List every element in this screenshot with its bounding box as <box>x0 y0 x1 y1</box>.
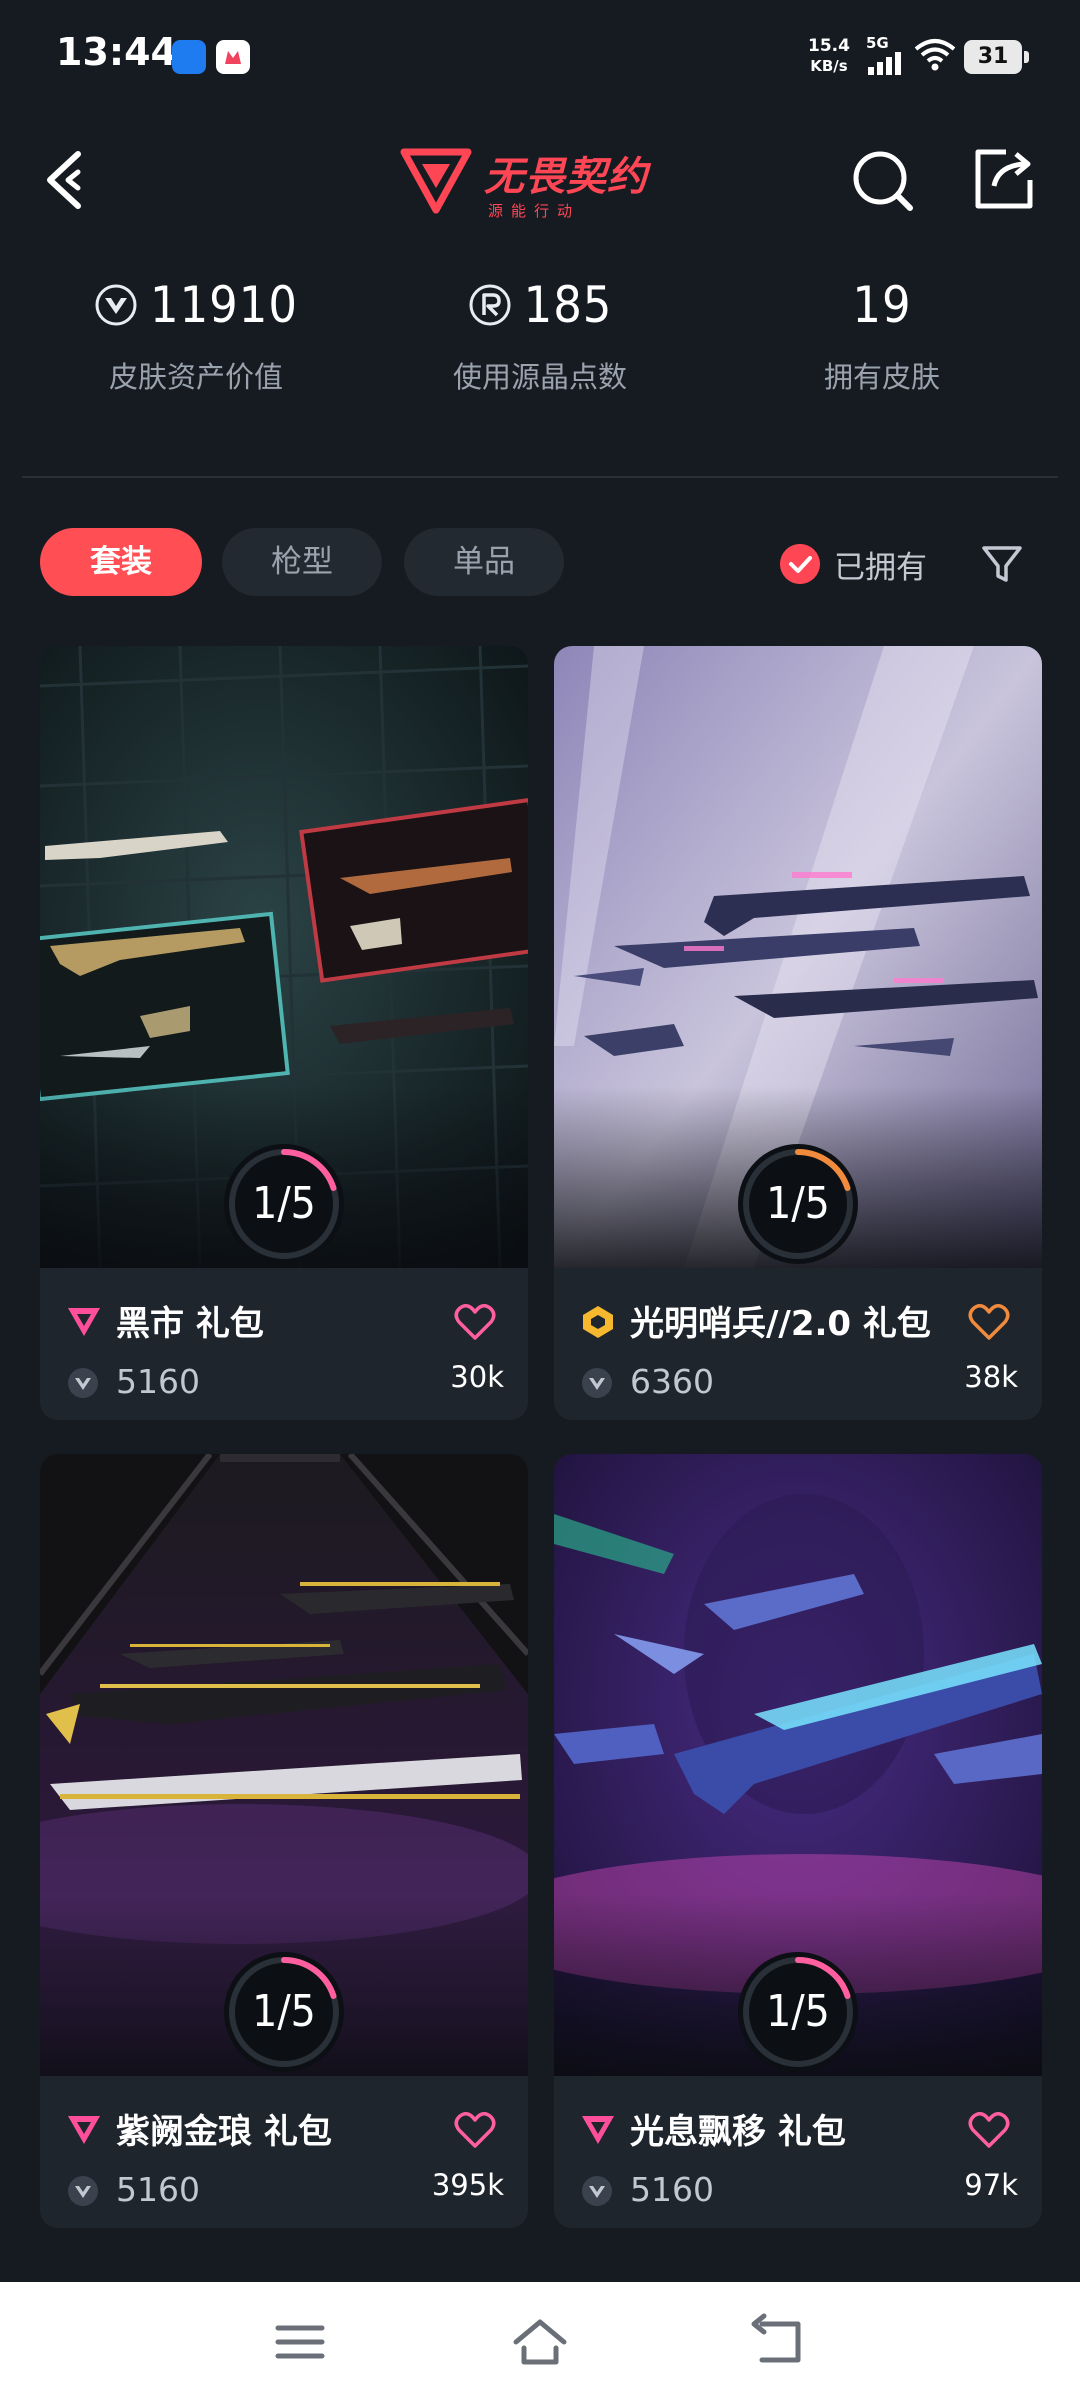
bundle-title: 黑市 礼包 <box>116 1304 264 1344</box>
logo-subtitle: 源能行动 <box>488 202 581 220</box>
heart-icon[interactable] <box>454 1302 496 1342</box>
stat-label: 皮肤资产价值 <box>108 360 283 394</box>
stat-value: 11910 <box>149 276 299 334</box>
back-nav-button[interactable] <box>750 2312 810 2372</box>
bundle-price: 5160 <box>630 2170 714 2209</box>
bundle-card[interactable]: 1/5 光明哨兵//2.0 礼包 6360 38k <box>554 646 1042 1420</box>
owned-toggle[interactable]: 已拥有 <box>780 542 927 586</box>
like-count: 38k <box>964 1360 1018 1394</box>
bundle-price: 5160 <box>116 1362 200 1401</box>
system-nav-bar <box>0 2282 1080 2400</box>
tier-exclusive-icon <box>583 1306 613 1338</box>
divider <box>22 476 1058 478</box>
bundle-card[interactable]: 1/5 黑市 礼包 5160 30k <box>40 646 528 1420</box>
bundle-title: 光明哨兵//2.0 礼包 <box>630 1304 931 1344</box>
header: 无畏契约 源能行动 <box>0 120 1080 240</box>
heart-icon[interactable] <box>968 1302 1010 1342</box>
like-count: 97k <box>964 2168 1018 2202</box>
collection-progress: 1/5 <box>736 1142 860 1266</box>
back-icon <box>751 2313 801 2363</box>
chevron-left-icon <box>47 151 81 209</box>
owned-label: 已拥有 <box>834 549 927 586</box>
stat-skin-value: 11910 皮肤资产价值 <box>26 270 366 396</box>
tier-premium-icon <box>582 2116 614 2144</box>
funnel-icon <box>982 546 1022 582</box>
tier-premium-icon <box>68 1308 100 1336</box>
share-button[interactable] <box>966 142 1042 218</box>
bundle-title: 紫阙金琅 礼包 <box>116 2112 332 2152</box>
radianite-icon <box>469 284 511 326</box>
progress-text: 1/5 <box>766 1986 830 2037</box>
progress-text: 1/5 <box>252 1178 316 1229</box>
collection-progress: 1/5 <box>222 1142 346 1266</box>
stat-radianite-used: 185 使用源晶点数 <box>370 270 710 396</box>
bundle-card[interactable]: 1/5 光息飘移 礼包 5160 97k <box>554 1454 1042 2228</box>
search-button[interactable] <box>846 142 922 218</box>
tab-single-item[interactable]: 单品 <box>404 528 564 596</box>
progress-text: 1/5 <box>766 1178 830 1229</box>
tab-weapon-type[interactable]: 枪型 <box>222 528 382 596</box>
stat-owned-skins: 19 拥有皮肤 <box>712 270 1052 396</box>
search-icon <box>853 151 913 211</box>
filter-bar: 套装 枪型 单品 已拥有 <box>0 528 1080 598</box>
bundle-info: 紫阙金琅 礼包 5160 395k <box>40 2076 528 2228</box>
asset-stats: 11910 皮肤资产价值 185 使用源晶点数 19 拥有皮肤 <box>0 270 1080 420</box>
cellular-signal-icon: 5G <box>866 36 906 79</box>
stat-value: 19 <box>852 276 912 334</box>
app-logo: 无畏契约 源能行动 <box>400 142 680 222</box>
vp-coin-icon <box>582 2176 612 2206</box>
vp-coin-icon <box>68 1368 98 1398</box>
collection-progress: 1/5 <box>222 1950 346 2074</box>
check-icon <box>780 544 820 584</box>
home-button[interactable] <box>510 2312 570 2372</box>
menu-button[interactable] <box>270 2312 330 2372</box>
status-time: 13:44 <box>56 30 177 74</box>
network-speed: 15.4 KB/s <box>808 36 850 75</box>
back-button[interactable] <box>36 144 108 216</box>
vp-coin-icon <box>582 1368 612 1398</box>
bundle-info: 光明哨兵//2.0 礼包 6360 38k <box>554 1268 1042 1420</box>
heart-icon[interactable] <box>968 2110 1010 2150</box>
vp-coin-icon <box>95 284 137 326</box>
wifi-icon <box>914 38 956 76</box>
bundle-title: 光息飘移 礼包 <box>630 2112 846 2152</box>
tab-bundles[interactable]: 套装 <box>40 528 202 596</box>
menu-icon <box>275 2325 325 2359</box>
notification-app-icon <box>216 40 250 74</box>
collection-progress: 1/5 <box>736 1950 860 2074</box>
stat-label: 拥有皮肤 <box>823 360 940 394</box>
heart-icon[interactable] <box>454 2110 496 2150</box>
share-icon <box>975 149 1033 209</box>
stat-label: 使用源晶点数 <box>452 360 627 394</box>
bundle-card[interactable]: 1/5 紫阙金琅 礼包 5160 395k <box>40 1454 528 2228</box>
bundle-price: 6360 <box>630 1362 714 1401</box>
vp-coin-icon <box>68 2176 98 2206</box>
logo-mark-icon <box>400 148 472 214</box>
bundle-info: 黑市 礼包 5160 30k <box>40 1268 528 1420</box>
tier-premium-icon <box>68 2116 100 2144</box>
bundle-price: 5160 <box>116 2170 200 2209</box>
home-icon <box>513 2319 567 2365</box>
notification-app-icon <box>172 40 206 74</box>
battery-indicator: 31 <box>964 40 1029 74</box>
like-count: 395k <box>431 2168 504 2202</box>
status-bar: 13:44 15.4 KB/s 5G 31 <box>0 0 1080 110</box>
filter-button[interactable] <box>978 540 1026 588</box>
like-count: 30k <box>450 1360 504 1394</box>
logo-title: 无畏契约 <box>484 154 648 200</box>
stat-value: 185 <box>523 276 613 334</box>
progress-text: 1/5 <box>252 1986 316 2037</box>
bundle-info: 光息飘移 礼包 5160 97k <box>554 2076 1042 2228</box>
